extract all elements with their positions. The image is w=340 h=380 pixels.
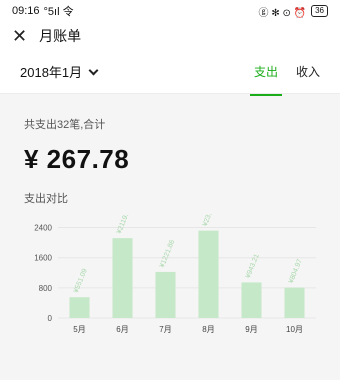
status-left: 09:16 °5ıl 令 (12, 3, 74, 19)
bar (241, 282, 262, 318)
y-tick-label: 1600 (34, 254, 52, 263)
month-selector[interactable]: 2018年1月 (20, 62, 99, 81)
month-label: 2018年1月 (20, 65, 83, 80)
bar (69, 297, 90, 318)
data-label: ¥943.21 (245, 253, 261, 279)
header: ✕ 月账单 (0, 22, 340, 50)
x-tick-label: 5月 (73, 325, 85, 334)
status-right: ⓖ ✻ ⊙ ⏰ 36 (259, 4, 328, 19)
data-label: ¥2317.75 (202, 214, 219, 227)
chevron-down-icon (88, 65, 99, 75)
x-tick-label: 9月 (245, 325, 257, 334)
bar (112, 238, 133, 318)
status-bar: 09:16 °5ıl 令 ⓖ ✻ ⊙ ⏰ 36 (0, 0, 340, 22)
battery-icon: 36 (311, 5, 328, 17)
chart-title: 支出对比 (24, 193, 68, 205)
summary-section: 共支出32笔,合计 ¥ 267.78 (0, 100, 340, 180)
x-tick-label: 6月 (116, 325, 128, 334)
data-label: ¥2119.11 (116, 214, 133, 235)
data-label: ¥551.09 (73, 268, 89, 294)
tab-income[interactable]: 收入 (296, 59, 320, 84)
close-icon[interactable]: ✕ (12, 27, 27, 45)
expense-bar-chart: 0 800 1600 2400 ¥551.09 5月 ¥2119.11 6月 ¥1221.86 7… (34, 214, 316, 334)
bar (155, 271, 176, 318)
page-title: 月账单 (39, 28, 82, 44)
x-tick-label: 8月 (202, 325, 214, 334)
data-label: ¥804.97 (288, 258, 304, 284)
y-tick-label: 800 (39, 284, 53, 293)
x-tick-label: 7月 (159, 325, 171, 334)
summary-label: 共支出32笔,合计 (24, 119, 106, 131)
signal-icon: °5ıl 令 (43, 6, 74, 18)
bar (198, 230, 219, 318)
status-time: 09:16 (12, 5, 40, 17)
bar (284, 287, 305, 318)
tab-group: 支出 收入 (249, 59, 320, 96)
summary-amount: ¥ 267.78 (24, 144, 130, 174)
tab-expense[interactable]: 支出 (249, 59, 283, 96)
status-icons: ⓖ ✻ ⊙ ⏰ (258, 7, 307, 19)
y-tick-label: 0 (48, 314, 53, 323)
filter-bar: 2018年1月 支出 收入 (0, 50, 340, 96)
x-tick-label: 10月 (286, 325, 303, 334)
data-label: ¥1221.86 (159, 239, 176, 269)
y-tick-label: 2400 (34, 224, 52, 233)
